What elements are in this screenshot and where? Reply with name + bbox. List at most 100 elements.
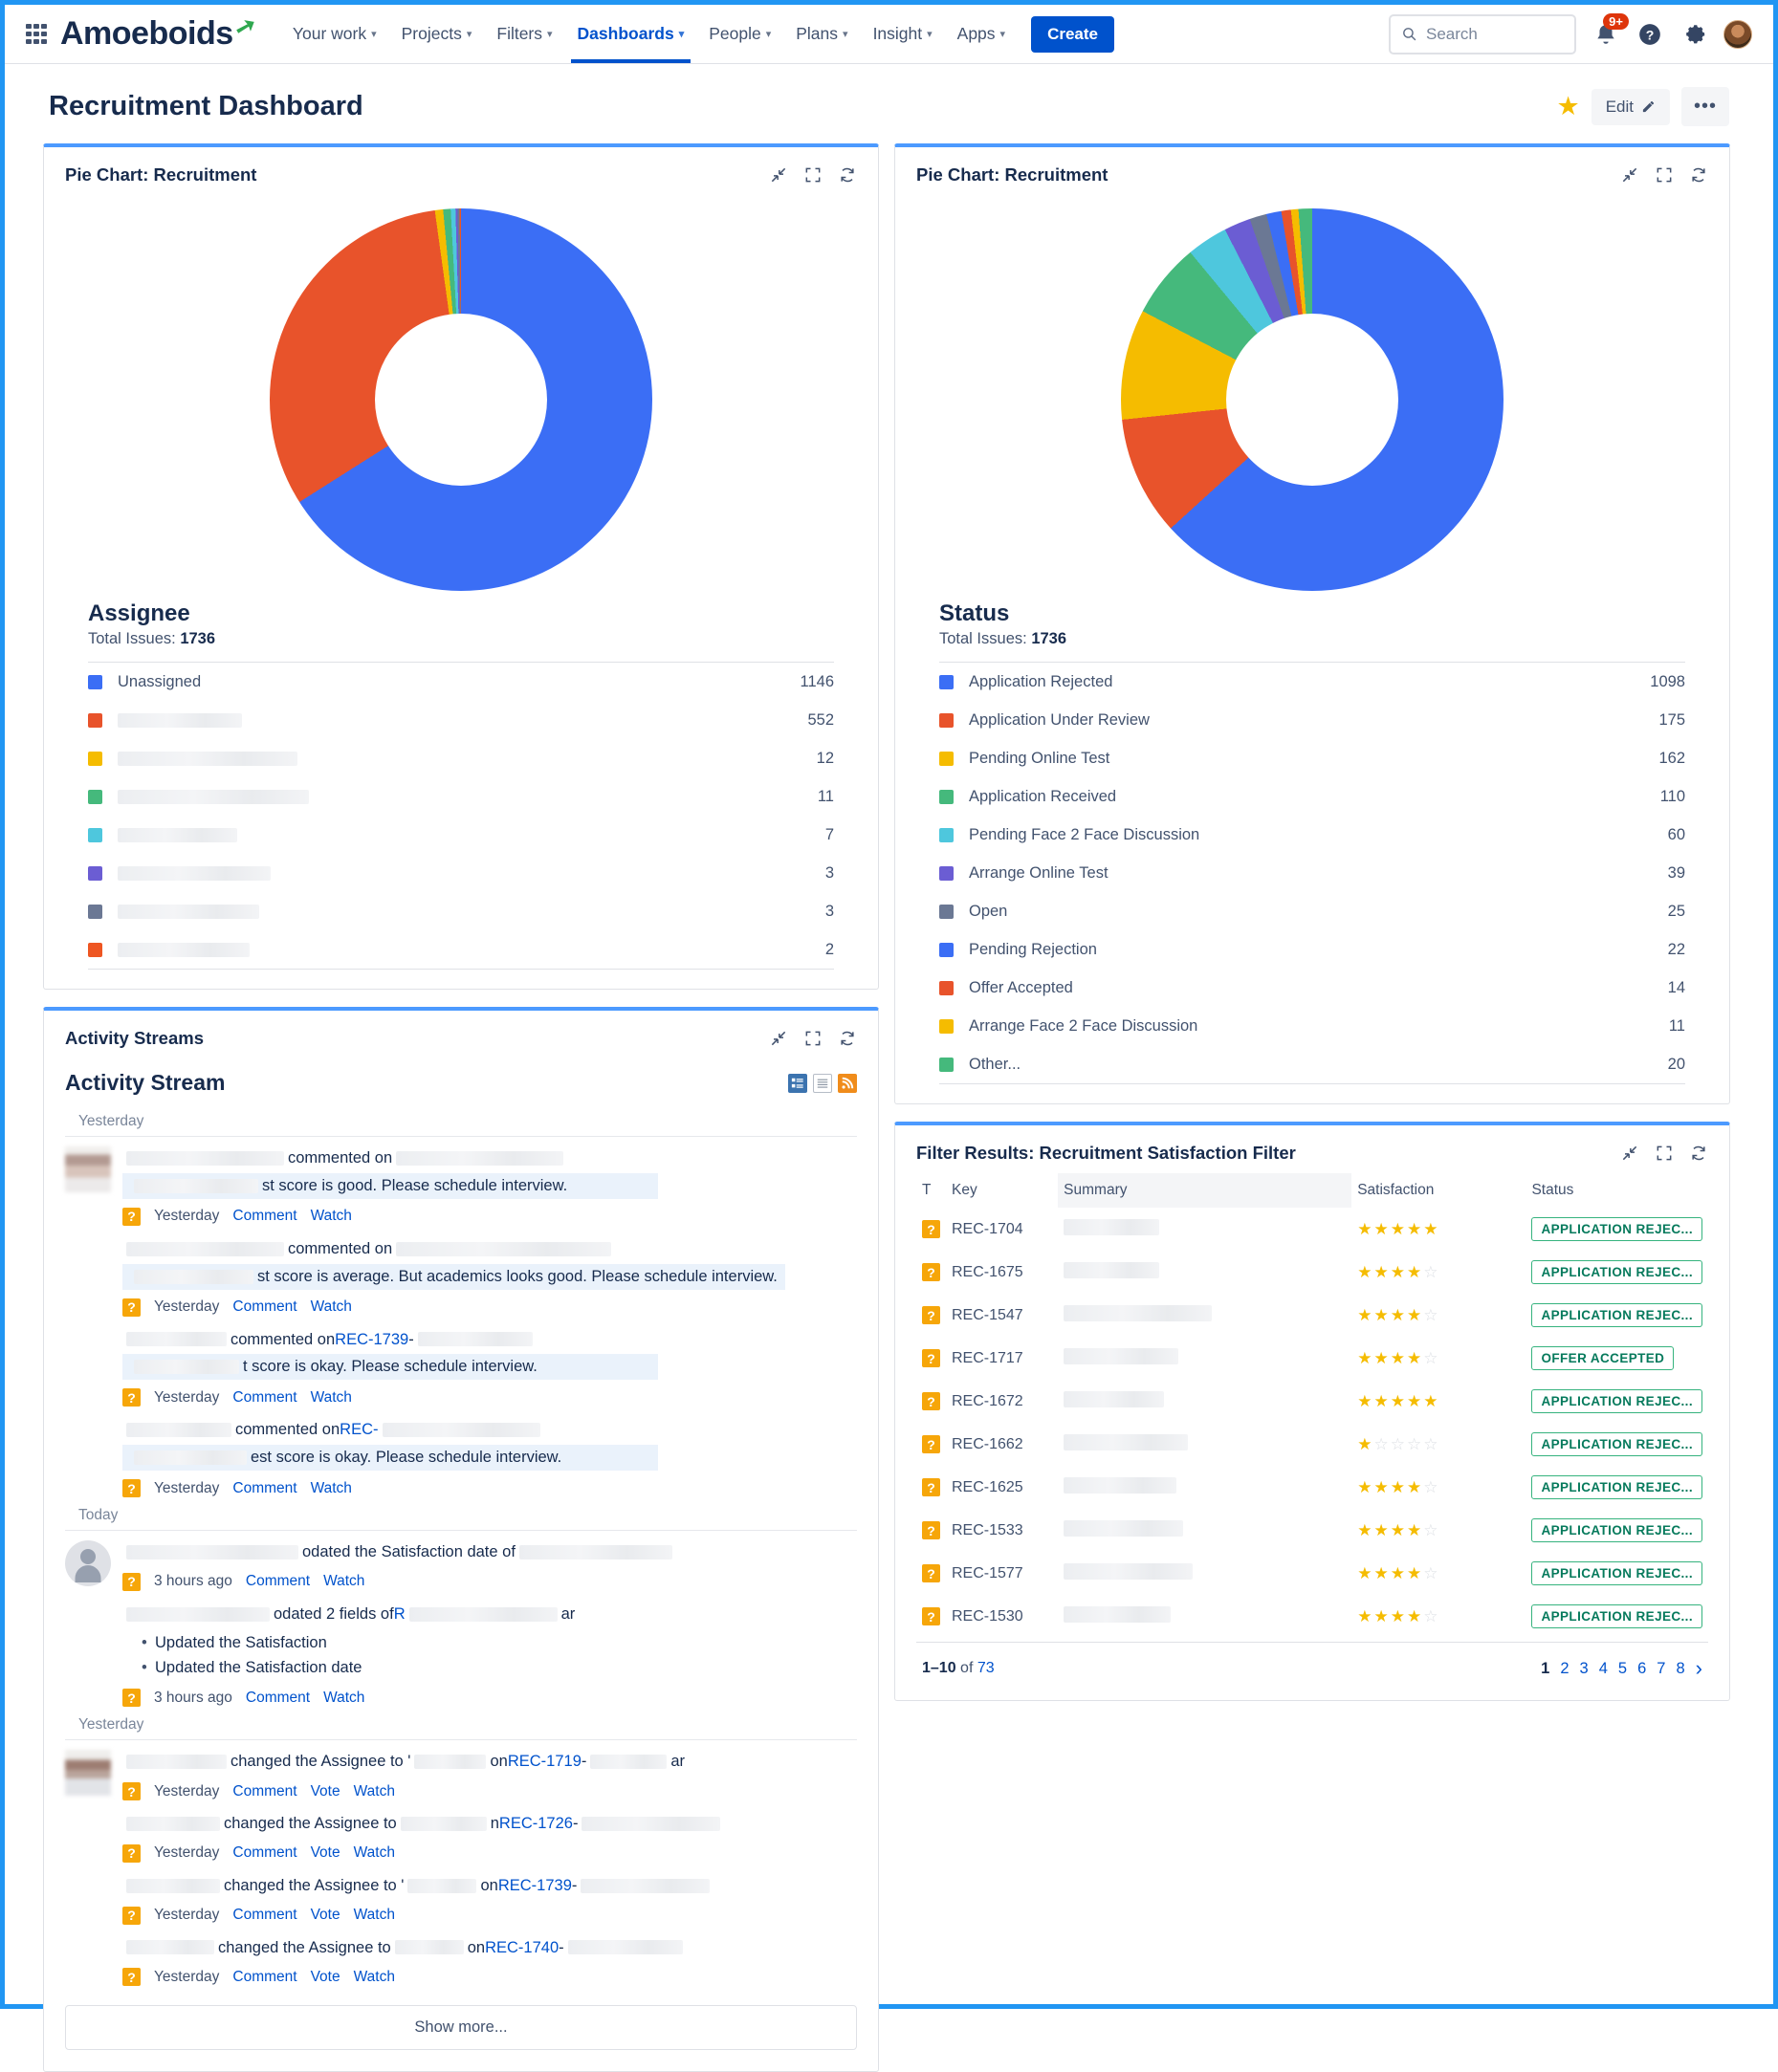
activity-action-watch[interactable]: Watch	[354, 1783, 395, 1800]
rss-feed-icon[interactable]	[838, 1074, 857, 1093]
legend-row[interactable]: Pending Online Test162	[939, 739, 1685, 777]
legend-row[interactable]: 11	[88, 777, 834, 816]
issue-key-link[interactable]: REC-1726	[499, 1812, 573, 1836]
refresh-icon[interactable]	[838, 165, 857, 185]
issue-key-link[interactable]: REC-	[340, 1418, 378, 1442]
activity-action-watch[interactable]: Watch	[311, 1389, 352, 1407]
table-row[interactable]: ?REC-1662★☆☆☆☆APPLICATION REJEC...	[916, 1423, 1708, 1466]
activity-avatar[interactable]	[65, 1540, 111, 1586]
donut-chart-assignee[interactable]	[270, 208, 652, 591]
legend-row[interactable]: 3	[88, 892, 834, 930]
column-key[interactable]: Key	[946, 1173, 1058, 1208]
pagination-page-1[interactable]: 1	[1541, 1660, 1549, 1678]
cell-issue-key[interactable]: REC-1704	[946, 1208, 1058, 1251]
column-satisfaction[interactable]: Satisfaction	[1351, 1173, 1526, 1208]
activity-action-watch[interactable]: Watch	[354, 1907, 395, 1924]
pagination-page-5[interactable]: 5	[1618, 1660, 1627, 1678]
legend-row[interactable]: Application Rejected1098	[939, 663, 1685, 701]
activity-action-vote[interactable]: Vote	[311, 1969, 340, 1986]
activity-avatar[interactable]	[65, 1146, 111, 1192]
legend-row[interactable]: Other...20	[939, 1045, 1685, 1083]
activity-action-watch[interactable]: Watch	[323, 1573, 364, 1590]
minimize-icon[interactable]	[1620, 1144, 1639, 1163]
activity-action-comment[interactable]: Comment	[246, 1573, 310, 1590]
table-row[interactable]: ?REC-1717★★★★☆OFFER ACCEPTED	[916, 1337, 1708, 1380]
activity-action-vote[interactable]: Vote	[311, 1783, 340, 1800]
legend-row[interactable]: 3	[88, 854, 834, 892]
table-row[interactable]: ?REC-1533★★★★☆APPLICATION REJEC...	[916, 1509, 1708, 1552]
legend-row[interactable]: Offer Accepted14	[939, 969, 1685, 1007]
help-icon[interactable]: ?	[1635, 20, 1664, 49]
nav-item-your-work[interactable]: Your work▾	[280, 5, 389, 63]
edit-dashboard-button[interactable]: Edit	[1591, 89, 1670, 125]
legend-row[interactable]: 12	[88, 739, 834, 777]
nav-item-projects[interactable]: Projects▾	[389, 5, 485, 63]
legend-row[interactable]: 2	[88, 930, 834, 969]
pagination-next-icon[interactable]: ›	[1696, 1656, 1702, 1681]
cell-issue-key[interactable]: REC-1625	[946, 1466, 1058, 1509]
activity-action-comment[interactable]: Comment	[232, 1969, 296, 1986]
notifications-bell-icon[interactable]: 9+	[1591, 20, 1620, 49]
legend-row[interactable]: Pending Face 2 Face Discussion60	[939, 816, 1685, 854]
settings-gear-icon[interactable]	[1679, 20, 1708, 49]
pagination-page-6[interactable]: 6	[1637, 1660, 1646, 1678]
cell-issue-key[interactable]: REC-1577	[946, 1552, 1058, 1595]
table-row[interactable]: ?REC-1530★★★★☆APPLICATION REJEC...	[916, 1595, 1708, 1638]
activity-action-vote[interactable]: Vote	[311, 1907, 340, 1924]
activity-action-comment[interactable]: Comment	[232, 1480, 296, 1497]
issue-key-link[interactable]: REC-1739	[498, 1874, 572, 1898]
maximize-icon[interactable]	[1655, 1144, 1674, 1163]
activity-action-watch[interactable]: Watch	[311, 1480, 352, 1497]
table-row[interactable]: ?REC-1704★★★★★APPLICATION REJEC...	[916, 1208, 1708, 1251]
create-button[interactable]: Create	[1031, 16, 1114, 53]
legend-row[interactable]: 7	[88, 816, 834, 854]
minimize-icon[interactable]	[1620, 165, 1639, 185]
table-row[interactable]: ?REC-1625★★★★☆APPLICATION REJEC...	[916, 1466, 1708, 1509]
activity-action-vote[interactable]: Vote	[311, 1844, 340, 1862]
pagination-page-7[interactable]: 7	[1657, 1660, 1665, 1678]
pagination-page-2[interactable]: 2	[1560, 1660, 1569, 1678]
activity-action-comment[interactable]: Comment	[232, 1208, 296, 1225]
refresh-icon[interactable]	[1689, 1144, 1708, 1163]
search-box[interactable]	[1389, 14, 1576, 55]
pagination-page-3[interactable]: 3	[1580, 1660, 1589, 1678]
activity-action-comment[interactable]: Comment	[232, 1844, 296, 1862]
activity-action-watch[interactable]: Watch	[311, 1208, 352, 1225]
favorite-star-icon[interactable]: ★	[1556, 94, 1579, 120]
activity-avatar[interactable]	[65, 1750, 111, 1796]
issue-key-link[interactable]: REC-1740	[485, 1936, 559, 1960]
cell-issue-key[interactable]: REC-1530	[946, 1595, 1058, 1638]
minimize-icon[interactable]	[769, 1029, 788, 1048]
show-more-button[interactable]: Show more...	[65, 2005, 857, 2050]
pagination-page-4[interactable]: 4	[1599, 1660, 1608, 1678]
brand-logo[interactable]: Amoeboids➚	[60, 15, 255, 53]
legend-row[interactable]: Arrange Online Test39	[939, 854, 1685, 892]
nav-item-filters[interactable]: Filters▾	[484, 5, 564, 63]
activity-action-comment[interactable]: Comment	[232, 1298, 296, 1316]
legend-row[interactable]: Application Under Review175	[939, 701, 1685, 739]
minimize-icon[interactable]	[769, 165, 788, 185]
more-actions-button[interactable]: •••	[1681, 87, 1729, 126]
legend-row[interactable]: 552	[88, 701, 834, 739]
nav-item-people[interactable]: People▾	[696, 5, 783, 63]
activity-action-watch[interactable]: Watch	[323, 1690, 364, 1707]
column-status[interactable]: Status	[1526, 1173, 1708, 1208]
legend-row[interactable]: Pending Rejection22	[939, 930, 1685, 969]
table-row[interactable]: ?REC-1547★★★★☆APPLICATION REJEC...	[916, 1294, 1708, 1337]
activity-action-watch[interactable]: Watch	[354, 1969, 395, 1986]
nav-item-insight[interactable]: Insight▾	[861, 5, 945, 63]
maximize-icon[interactable]	[803, 1029, 823, 1048]
cell-issue-key[interactable]: REC-1675	[946, 1251, 1058, 1294]
activity-action-comment[interactable]: Comment	[232, 1389, 296, 1407]
nav-item-dashboards[interactable]: Dashboards▾	[565, 5, 697, 63]
list-view-icon[interactable]	[813, 1074, 832, 1093]
activity-action-comment[interactable]: Comment	[232, 1783, 296, 1800]
refresh-icon[interactable]	[1689, 165, 1708, 185]
pagination-total[interactable]: 73	[977, 1660, 995, 1676]
nav-item-apps[interactable]: Apps▾	[945, 5, 1018, 63]
table-row[interactable]: ?REC-1577★★★★☆APPLICATION REJEC...	[916, 1552, 1708, 1595]
legend-row[interactable]: Open25	[939, 892, 1685, 930]
issue-key-link[interactable]: REC-1719	[508, 1750, 582, 1774]
maximize-icon[interactable]	[1655, 165, 1674, 185]
maximize-icon[interactable]	[803, 165, 823, 185]
